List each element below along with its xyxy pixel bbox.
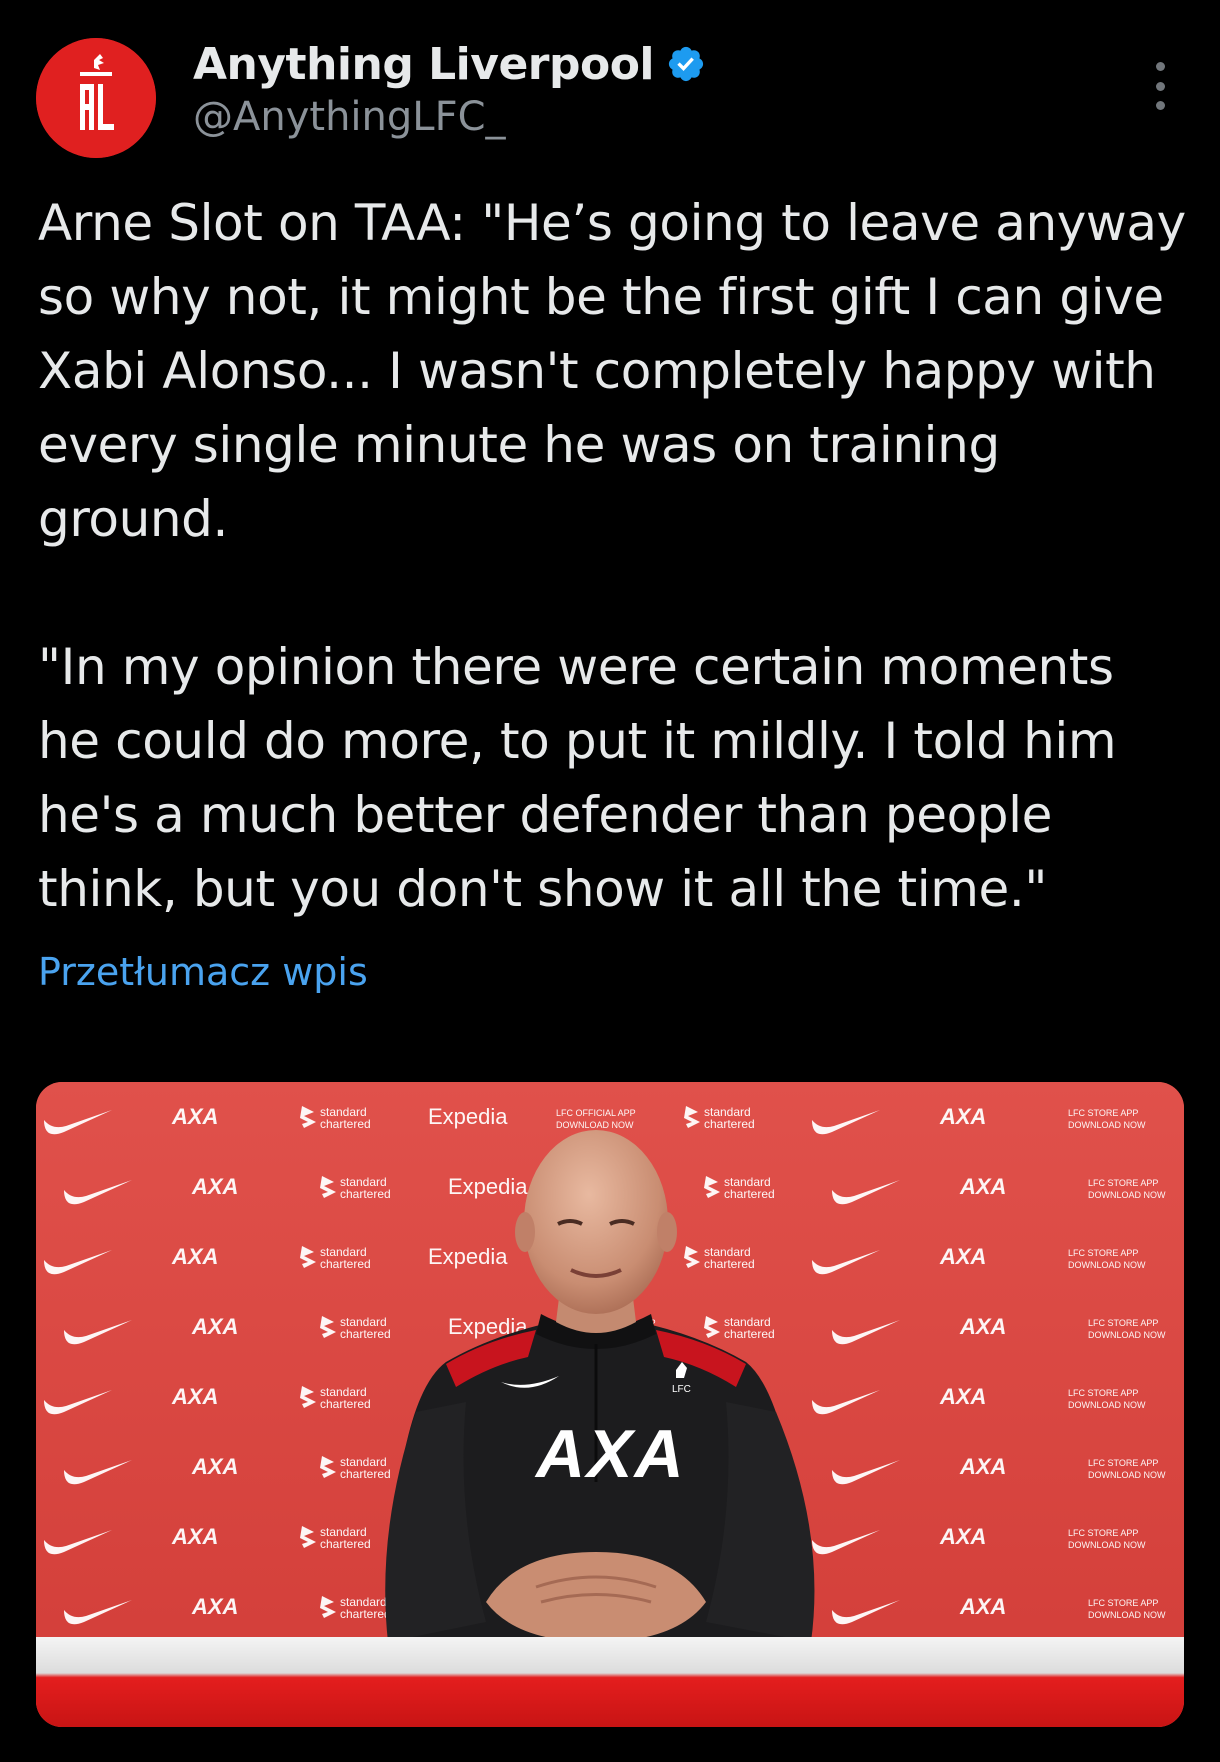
sponsor-text: DOWNLOAD NOW: [1068, 1260, 1146, 1270]
tweet-paragraph: "In my opinion there were certain moment…: [38, 638, 1117, 918]
author-display-name[interactable]: Anything Liverpool: [193, 39, 655, 90]
more-options-button[interactable]: [1140, 62, 1180, 110]
author-info: Anything Liverpool @AnythingLFC_: [193, 36, 1100, 140]
sponsor-logo-expedia: Expedia: [428, 1104, 508, 1129]
sponsor-text: AXA: [171, 1104, 218, 1129]
more-vertical-icon: [1155, 101, 1165, 110]
sponsor-text: AXA: [191, 1174, 238, 1199]
verified-badge-icon: [666, 44, 706, 84]
sponsor-logo-axa: AXA: [959, 1454, 1006, 1479]
sponsor-text: AXA: [939, 1524, 986, 1549]
sponsor-logo-axa: AXA: [939, 1524, 986, 1549]
sponsor-text: chartered: [704, 1257, 755, 1271]
sponsor-text: chartered: [724, 1327, 775, 1341]
sponsor-text: chartered: [340, 1187, 391, 1201]
tweet-text: Arne Slot on TAA: "He’s going to leave a…: [38, 186, 1188, 926]
sponsor-text: chartered: [340, 1607, 391, 1621]
sponsor-text: AXA: [939, 1104, 986, 1129]
author-handle[interactable]: @AnythingLFC_: [193, 94, 1100, 140]
sponsor-text: AXA: [959, 1314, 1006, 1339]
sponsor-text: Expedia: [428, 1104, 508, 1129]
sponsor-logo-expedia: Expedia: [428, 1244, 508, 1269]
sponsor-logo-axa: AXA: [171, 1104, 218, 1129]
sponsor-logo-axa: AXA: [939, 1244, 986, 1269]
sponsor-text: DOWNLOAD NOW: [1088, 1470, 1166, 1480]
sponsor-text: chartered: [704, 1117, 755, 1131]
sponsor-text: DOWNLOAD NOW: [1088, 1330, 1166, 1340]
sponsor-logo-axa: AXA: [171, 1384, 218, 1409]
sponsor-text: chartered: [320, 1257, 371, 1271]
sponsor-text: AXA: [171, 1524, 218, 1549]
sponsor-text: chartered: [320, 1537, 371, 1551]
sponsor-text: chartered: [340, 1327, 391, 1341]
sponsor-text: AXA: [959, 1174, 1006, 1199]
sponsor-text: AXA: [191, 1454, 238, 1479]
shirt-crest-label: LFC: [672, 1384, 691, 1395]
desk: [36, 1637, 1184, 1727]
author-name-row: Anything Liverpool: [193, 36, 1100, 92]
avatar-logo-icon: [36, 38, 156, 158]
sponsor-text: AXA: [959, 1594, 1006, 1619]
sponsor-logo-axa: AXA: [171, 1524, 218, 1549]
sponsor-text: LFC STORE APP: [1088, 1598, 1158, 1608]
sponsor-logo-expedia: Expedia: [448, 1174, 528, 1199]
sponsor-logo-axa: AXA: [171, 1244, 218, 1269]
sponsor-text: AXA: [191, 1594, 238, 1619]
sponsor-logo-axa: AXA: [959, 1174, 1006, 1199]
sponsor-logo-axa: AXA: [939, 1104, 986, 1129]
sponsor-text: AXA: [959, 1454, 1006, 1479]
press-conference-photo: AXA standardchartered Expedia LFC OFFICIAL …: [36, 1082, 1184, 1727]
sponsor-text: Expedia: [448, 1174, 528, 1199]
sponsor-text: AXA: [939, 1384, 986, 1409]
tweet-paragraph: Arne Slot on TAA: "He’s going to leave a…: [38, 194, 1186, 548]
sponsor-logo-axa: AXA: [959, 1314, 1006, 1339]
sponsor-text: DOWNLOAD NOW: [1088, 1190, 1166, 1200]
sponsor-text: DOWNLOAD NOW: [556, 1120, 634, 1130]
shirt-sponsor-label: AXA: [534, 1416, 686, 1492]
sponsor-logo-axa: AXA: [939, 1384, 986, 1409]
sponsor-text: AXA: [939, 1244, 986, 1269]
sponsor-text: LFC STORE APP: [1068, 1388, 1138, 1398]
sponsor-text: LFC STORE APP: [1068, 1528, 1138, 1538]
sponsor-logo-axa: AXA: [191, 1594, 238, 1619]
sponsor-text: chartered: [724, 1187, 775, 1201]
sponsor-text: LFC STORE APP: [1088, 1458, 1158, 1468]
sponsor-logo-axa: AXA: [191, 1454, 238, 1479]
sponsor-text: LFC STORE APP: [1068, 1248, 1138, 1258]
sponsor-logo-axa: AXA: [191, 1314, 238, 1339]
translate-post-link[interactable]: Przetłumacz wpis: [38, 950, 368, 994]
author-avatar[interactable]: [36, 38, 156, 158]
sponsor-text: DOWNLOAD NOW: [1088, 1610, 1166, 1620]
sponsor-text: LFC STORE APP: [1068, 1108, 1138, 1118]
sponsor-text: AXA: [171, 1244, 218, 1269]
sponsor-text: AXA: [191, 1314, 238, 1339]
tweet-media-photo[interactable]: AXA standard chartered Expedia LFC OFFICIAL …: [36, 1082, 1184, 1727]
sponsor-text: LFC STORE APP: [1088, 1318, 1158, 1328]
sponsor-text: DOWNLOAD NOW: [1068, 1120, 1146, 1130]
more-vertical-icon: [1155, 81, 1165, 91]
sponsor-text: chartered: [340, 1467, 391, 1481]
sponsor-logo-axa: AXA: [959, 1594, 1006, 1619]
sponsor-text: AXA: [171, 1384, 218, 1409]
more-vertical-icon: [1155, 62, 1165, 71]
sponsor-text: chartered: [320, 1117, 371, 1131]
sponsor-text: DOWNLOAD NOW: [1068, 1540, 1146, 1550]
tweet: Anything Liverpool @AnythingLFC_ Arne Sl…: [0, 0, 1220, 1762]
sponsor-text: DOWNLOAD NOW: [1068, 1400, 1146, 1410]
sponsor-text: Expedia: [428, 1244, 508, 1269]
sponsor-text: LFC OFFICIAL APP: [556, 1108, 636, 1118]
sponsor-text: LFC STORE APP: [1088, 1178, 1158, 1188]
sponsor-text: chartered: [320, 1397, 371, 1411]
sponsor-logo-axa: AXA: [191, 1174, 238, 1199]
